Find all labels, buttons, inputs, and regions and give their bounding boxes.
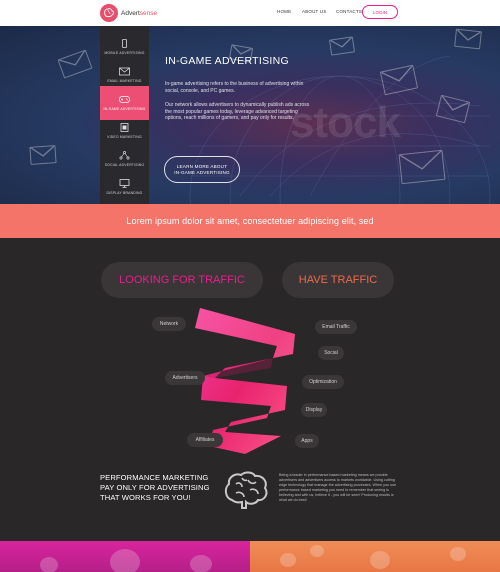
brain-icon [224, 471, 268, 509]
video-icon [120, 123, 129, 132]
side-item-label: EMAIL MARKETING [107, 79, 142, 83]
envelope-icon [454, 28, 482, 50]
side-item-display-branding[interactable]: DISPLAY BRANDING [100, 170, 149, 204]
nav-contacts[interactable]: CONTACTS [336, 9, 362, 14]
performance-line-3: THAT WORKS FOR YOU! [100, 493, 191, 502]
performance-body: Being a leader in performance based mark… [279, 473, 397, 502]
decorative-blob [280, 553, 296, 567]
hero-paragraph-1: In-game advertising refers to the busine… [165, 81, 304, 94]
brain-logo-icon [100, 4, 118, 22]
tag-advertisers[interactable]: Advertisers [165, 371, 205, 385]
gamepad-icon [119, 96, 130, 103]
hero-paragraph-2: Our network allows advertisers to dynami… [165, 102, 310, 122]
performance-line-2: PAY ONLY FOR ADVERTISING [100, 483, 210, 492]
tag-email-traffic[interactable]: Email Traffic [315, 320, 357, 334]
decorative-blob [40, 557, 58, 572]
tag-social[interactable]: Social [318, 346, 344, 360]
side-item-label: DISPLAY BRANDING [106, 191, 143, 195]
decorative-blob [190, 555, 212, 572]
monitor-icon [119, 179, 130, 188]
hero-title: IN-GAME ADVERTISING [165, 55, 289, 67]
tag-affiliates[interactable]: Affiliates [187, 433, 223, 447]
nav-about-us[interactable]: ABOUT US [302, 9, 327, 14]
side-item-label: IN-GAME ADVERTISING [103, 107, 146, 111]
envelope-icon [57, 49, 93, 79]
envelope-icon [398, 149, 446, 185]
services-side-menu: MOBILE ADVERTISING EMAIL MARKETING IN-GA… [100, 26, 149, 204]
side-item-label: VIDEO MARKETING [107, 135, 142, 139]
side-item-label: MOBILE ADVERTISING [104, 51, 145, 55]
decorative-blob [310, 545, 324, 557]
performance-heading: PERFORMANCE MARKETING PAY ONLY FOR ADVER… [100, 473, 210, 503]
tag-display[interactable]: Display [301, 403, 327, 417]
share-icon [119, 151, 130, 160]
logo[interactable]: Advertsense [100, 3, 157, 23]
side-item-label: SOCIAL ADVERTISING [104, 163, 145, 167]
learn-more-button[interactable]: LEARN MORE ABOUT IN-GAME ADVERTISING [164, 156, 240, 183]
learn-more-line-2: IN-GAME ADVERTISING [174, 169, 230, 175]
tag-optimization[interactable]: Optimization [302, 375, 344, 389]
tag-network[interactable]: Network [152, 317, 186, 331]
decorative-blob [370, 551, 390, 569]
decorative-blob [110, 549, 140, 572]
bottom-panel-advertisers [0, 541, 250, 572]
envelope-icon [119, 67, 130, 76]
login-button[interactable]: LOGIN [362, 5, 398, 19]
envelope-icon [29, 145, 57, 165]
decorative-blob [450, 547, 466, 561]
bottom-panel-publishers [250, 541, 500, 572]
performance-line-1: PERFORMANCE MARKETING [100, 473, 209, 482]
nav-home[interactable]: HOME [277, 9, 291, 14]
mobile-icon [122, 39, 127, 48]
looking-for-traffic-button[interactable]: LOOKING FOR TRAFFIC [101, 262, 263, 298]
site-header: Advertsense HOME ABOUT US CONTACTS LOGIN [0, 0, 500, 26]
logo-text: Advertsense [121, 9, 158, 17]
have-traffic-button[interactable]: HAVE TRAFFIC [282, 262, 394, 298]
promo-banner: Lorem ipsum dolor sit amet, consectetuer… [0, 204, 500, 238]
envelope-icon [329, 36, 355, 56]
banner-text: Lorem ipsum dolor sit amet, consectetuer… [126, 216, 374, 226]
tag-apps[interactable]: Apps [295, 434, 319, 448]
